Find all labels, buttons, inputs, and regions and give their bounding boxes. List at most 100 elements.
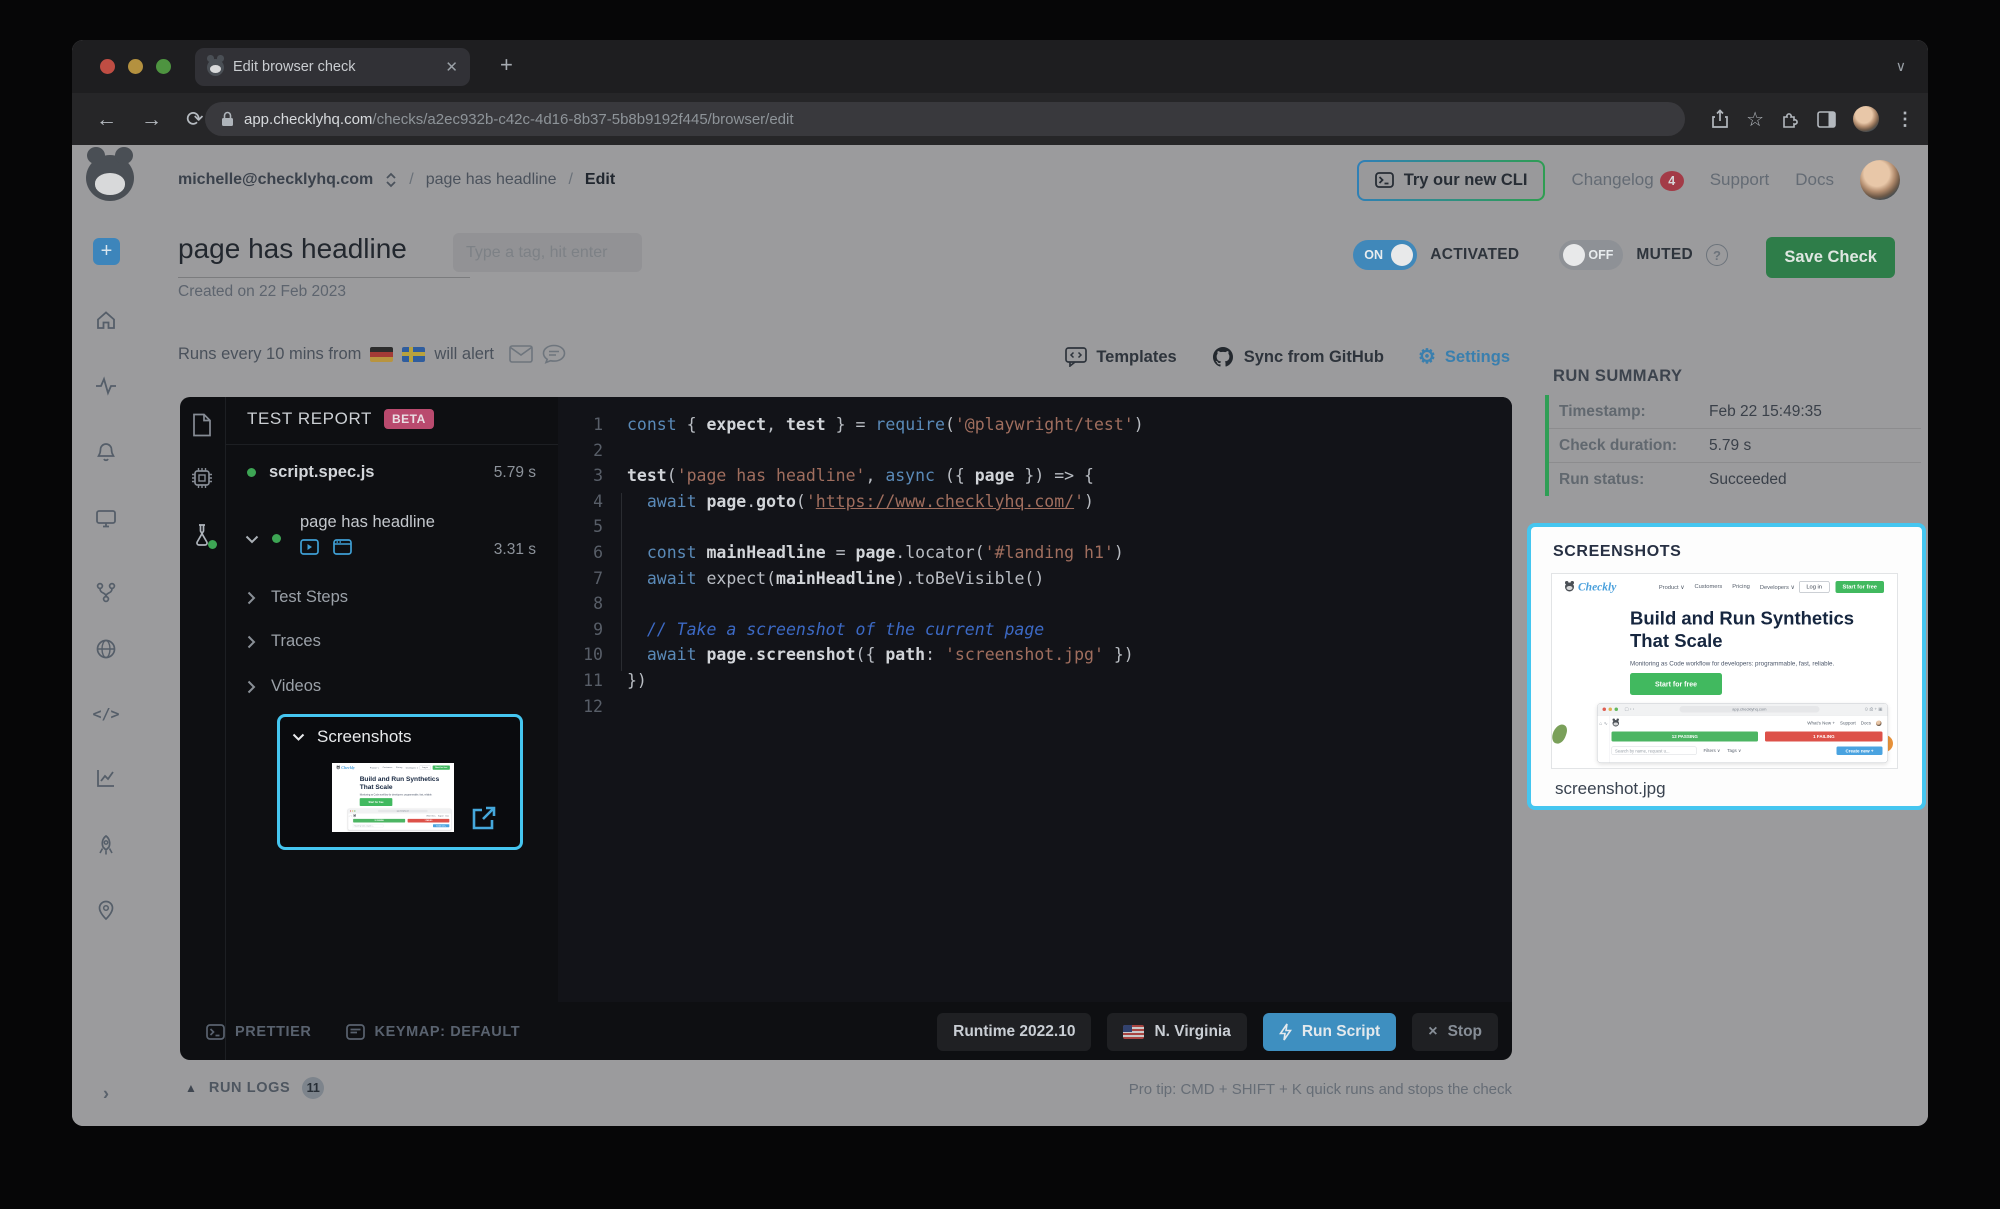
video-icon[interactable] <box>300 539 319 555</box>
url-host: app.checklyhq.com <box>244 111 372 128</box>
breadcrumb-check-name[interactable]: page has headline <box>426 171 557 189</box>
create-new-button[interactable]: + <box>93 238 120 265</box>
external-link-icon[interactable] <box>470 805 497 832</box>
file-icon[interactable] <box>192 413 212 437</box>
runtime-selector[interactable]: Runtime 2022.10 <box>937 1013 1091 1051</box>
keymap-icon <box>346 1024 365 1040</box>
changelog-badge: 4 <box>1660 171 1684 191</box>
title-underline <box>178 277 470 278</box>
activity-icon[interactable] <box>95 375 117 397</box>
browser-toolbar: ← → ⟳ app.checklyhq.com/checks/a2ec932b-… <box>72 93 1928 145</box>
git-branch-icon[interactable] <box>95 581 117 603</box>
checkly-app: michelle@checklyhq.com / page has headli… <box>72 145 1928 1126</box>
screenshot-thumbnail-small[interactable]: Checkly Product ∨CustomersPricingDevelop… <box>332 763 454 832</box>
account-sort-icon[interactable] <box>385 171 397 189</box>
run-summary-row: Run status:Succeeded <box>1549 462 1921 496</box>
screenshots-panel-title: SCREENSHOTS <box>1553 543 1681 561</box>
rocket-icon[interactable] <box>95 834 117 856</box>
browser-tab[interactable]: Edit browser check ✕ <box>195 48 470 86</box>
save-check-button[interactable]: Save Check <box>1766 237 1895 278</box>
activated-label: ACTIVATED <box>1430 246 1519 264</box>
breadcrumb-sep2: / <box>568 171 572 189</box>
reload-icon[interactable]: ⟳ <box>186 109 204 130</box>
checkly-logo[interactable] <box>86 155 134 201</box>
tree-item-screenshots-highlighted[interactable]: Screenshots Checkly Product ∨CustomersPr… <box>277 714 523 850</box>
templates-button[interactable]: Templates <box>1065 347 1176 367</box>
changelog-link[interactable]: Changelog4 <box>1571 170 1683 191</box>
region-selector[interactable]: N. Virginia <box>1107 1013 1246 1051</box>
globe-icon[interactable] <box>95 638 117 660</box>
forward-icon[interactable]: → <box>141 109 162 130</box>
code-editor[interactable]: 123456789101112 const { expect, test } =… <box>558 397 1512 1002</box>
terminal-icon <box>1375 172 1394 188</box>
trace-window-icon[interactable] <box>333 539 352 555</box>
screenshot-thumbnail-large[interactable]: Checkly Product ∨CustomersPricingDevelop… <box>1551 573 1898 769</box>
check-name-title[interactable]: page has headline <box>178 233 407 265</box>
tab-list-chevron-icon[interactable]: ∨ <box>1896 58 1906 75</box>
close-window-button[interactable] <box>100 59 115 74</box>
tree-item-videos[interactable]: Videos <box>247 677 321 696</box>
bookmark-star-icon[interactable]: ☆ <box>1746 107 1764 132</box>
minimize-window-button[interactable] <box>128 59 143 74</box>
editor-code[interactable]: const { expect, test } = require('@playw… <box>627 415 1512 722</box>
sync-github-button[interactable]: Sync from GitHub <box>1211 345 1384 369</box>
new-tab-button[interactable]: + <box>500 54 513 76</box>
keymap-button[interactable]: KEYMAP: DEFAULT <box>346 1024 521 1040</box>
email-alert-icon <box>509 345 533 363</box>
muted-toggle[interactable]: OFF <box>1559 240 1623 270</box>
pro-tip-text: Pro tip: CMD + SHIFT + K quick runs and … <box>1129 1081 1512 1098</box>
run-summary-panel: Timestamp:Feb 22 15:49:35 Check duration… <box>1545 395 1921 496</box>
extensions-puzzle-icon[interactable] <box>1781 110 1800 129</box>
test-report-sidebar: TEST REPORT BETA script.spec.js 5.79 s p… <box>225 397 559 1002</box>
tab-close-icon[interactable]: ✕ <box>445 58 458 76</box>
stop-x-icon: × <box>1428 1023 1437 1041</box>
chevron-right-icon <box>247 680 256 694</box>
created-date: Created on 22 Feb 2023 <box>178 283 346 301</box>
editor-panel: TEST REPORT BETA script.spec.js 5.79 s p… <box>180 397 1512 1060</box>
templates-icon <box>1065 347 1087 367</box>
chevron-down-icon <box>245 535 259 544</box>
sidebar-expand-chevron[interactable]: › <box>103 1084 109 1105</box>
address-bar[interactable]: app.checklyhq.com/checks/a2ec932b-c42c-4… <box>205 102 1685 136</box>
muted-help-icon[interactable]: ? <box>1706 244 1728 266</box>
stop-button[interactable]: × Stop <box>1412 1013 1498 1051</box>
tag-input[interactable]: Type a tag, hit enter <box>453 233 642 272</box>
share-icon[interactable] <box>1711 109 1729 129</box>
run-logs-toggle[interactable]: ▲ RUN LOGS 11 <box>185 1077 324 1099</box>
sms-alert-icon <box>542 344 566 364</box>
monitor-icon[interactable] <box>95 507 117 529</box>
chevron-right-icon <box>247 591 256 605</box>
code-snippets-icon[interactable]: </> <box>92 705 119 723</box>
chip-debug-icon[interactable] <box>191 467 213 489</box>
user-avatar[interactable] <box>1860 160 1900 200</box>
bell-icon[interactable] <box>95 441 117 463</box>
try-cli-button[interactable]: Try our new CLI <box>1357 160 1546 201</box>
account-switcher[interactable]: michelle@checklyhq.com <box>178 171 373 189</box>
side-panel-icon[interactable] <box>1817 111 1836 128</box>
prettier-button[interactable]: PRETTIER <box>206 1024 312 1040</box>
settings-button[interactable]: ⚙ Settings <box>1418 348 1510 367</box>
tree-item-test-steps[interactable]: Test Steps <box>247 588 348 607</box>
us-flag-icon <box>1123 1025 1144 1039</box>
prettier-terminal-icon <box>206 1024 225 1040</box>
home-icon[interactable] <box>95 309 117 331</box>
browser-profile-avatar[interactable] <box>1853 106 1879 132</box>
location-pin-icon[interactable] <box>95 899 117 921</box>
docs-link[interactable]: Docs <box>1795 170 1834 190</box>
flask-status-dot <box>208 540 217 549</box>
chevron-down-icon <box>292 733 305 742</box>
browser-tab-bar: Edit browser check ✕ + ∨ <box>72 40 1928 93</box>
tree-item-traces[interactable]: Traces <box>247 632 321 651</box>
activated-toggle[interactable]: ON <box>1353 240 1417 270</box>
desktop: Edit browser check ✕ + ∨ ← → ⟳ app.check… <box>0 0 2000 1209</box>
back-icon[interactable]: ← <box>96 109 117 130</box>
zoom-window-button[interactable] <box>156 59 171 74</box>
browser-menu-kebab-icon[interactable]: ⋮ <box>1896 109 1914 130</box>
support-link[interactable]: Support <box>1710 170 1770 190</box>
spec-file-row[interactable]: script.spec.js 5.79 s <box>247 463 536 482</box>
run-script-button[interactable]: Run Script <box>1263 1013 1396 1051</box>
checkly-favicon <box>207 59 224 76</box>
github-icon <box>1211 345 1235 369</box>
chevron-right-icon <box>247 635 256 649</box>
dashboard-chart-icon[interactable] <box>95 767 117 789</box>
